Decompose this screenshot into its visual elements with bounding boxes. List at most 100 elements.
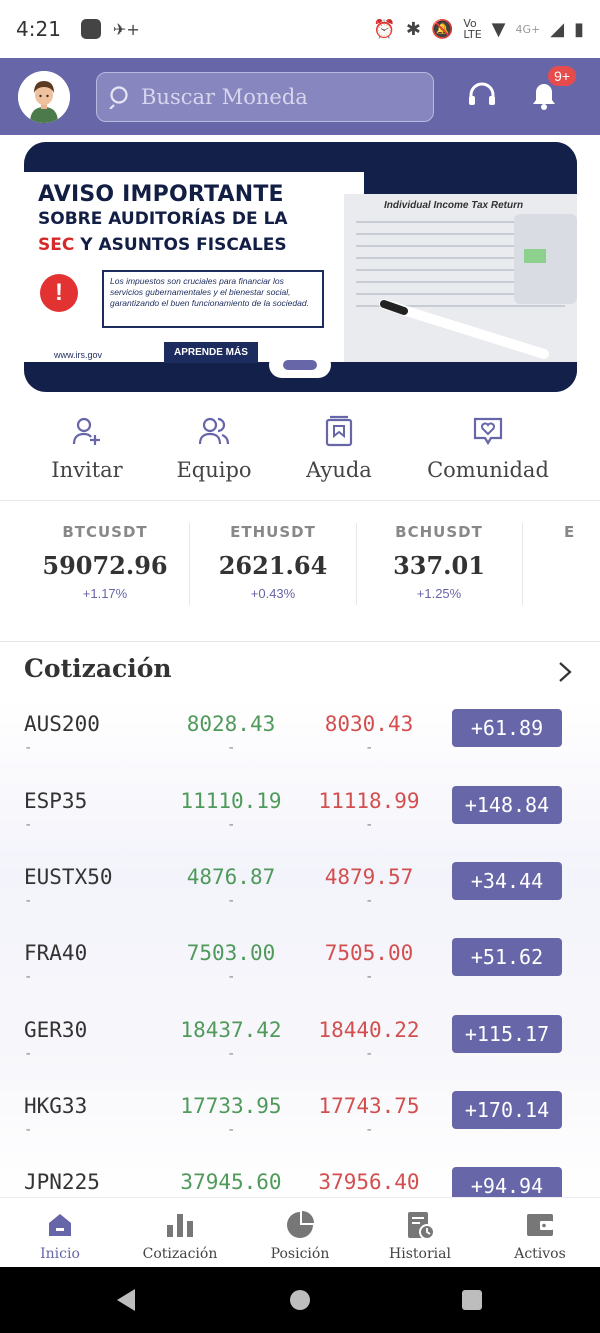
system-nav-bar (0, 1267, 600, 1333)
quote-symbol-sub: - (24, 893, 33, 909)
team-button[interactable]: Equipo (154, 410, 274, 482)
community-button[interactable]: Comunidad (418, 410, 558, 482)
ticker-change: +1.25% (416, 586, 462, 601)
app-notification-icon (80, 19, 101, 39)
support-button[interactable] (462, 76, 502, 116)
quote-bid: 11110.19 (180, 789, 282, 813)
quote-ask: 37956.40 (318, 1170, 420, 1194)
quote-change-badge[interactable]: +61.89 (452, 709, 562, 747)
alarm-icon: ⏰ (373, 18, 396, 40)
notifications-button[interactable]: 9+ (524, 66, 576, 116)
ticker-strip[interactable]: BTCUSDT 59072.96 +1.17% ETHUSDT 2621.64 … (0, 505, 600, 635)
quote-change-badge[interactable]: +115.17 (452, 1015, 562, 1053)
quote-change-badge[interactable]: +51.62 (452, 938, 562, 976)
quote-ask: 8030.43 (324, 712, 414, 736)
help-button[interactable]: Ayuda (279, 410, 399, 482)
search-placeholder: Buscar Moneda (141, 84, 308, 109)
quote-symbol: EUSTX50 (24, 865, 113, 889)
divider (0, 641, 600, 642)
quote-ask-sub: - (365, 969, 374, 985)
quote-row[interactable]: HKG33 - 17733.95 - 17743.75 - +170.14 (0, 1082, 600, 1158)
app-header: Buscar Moneda 9+ (0, 58, 600, 135)
nav-position[interactable]: Posición (240, 1208, 360, 1262)
headset-icon (469, 82, 495, 105)
ticker-ethusdt[interactable]: ETHUSDT 2621.64 +0.43% (190, 523, 356, 601)
banner-body-text: Los impuestos son cruciales para financi… (102, 270, 324, 328)
ticker-symbol: BTCUSDT (62, 523, 148, 541)
invite-label: Invitar (51, 458, 123, 482)
quote-bid-sub: - (227, 893, 236, 909)
banner-title-rest: Y ASUNTOS FISCALES (74, 235, 287, 255)
nav-home[interactable]: Inicio (0, 1208, 120, 1262)
bluetooth-icon: ✱ (405, 18, 421, 40)
quotes-title: Cotización (24, 654, 172, 683)
quote-symbol: GER30 (24, 1018, 88, 1042)
wifi-calling-icon: ✈+ (112, 19, 140, 39)
banner-title-line3: SEC Y ASUNTOS FISCALES (38, 235, 287, 255)
quote-bid: 4876.87 (186, 865, 276, 889)
quote-symbol-sub: - (24, 1122, 33, 1138)
status-time: 4:21 (16, 17, 61, 41)
quote-symbol: FRA40 (24, 941, 88, 965)
quote-bid: 18437.42 (180, 1018, 282, 1042)
quote-change-badge[interactable]: +170.14 (452, 1091, 562, 1129)
quote-change-badge[interactable]: +34.44 (452, 862, 562, 900)
quote-row[interactable]: GER30 - 18437.42 - 18440.22 - +115.17 (0, 1006, 600, 1082)
quote-bid: 37945.60 (180, 1170, 282, 1194)
quote-bid-sub: - (227, 1122, 236, 1138)
bottom-nav: Inicio Cotización Posición Historial Act… (0, 1197, 600, 1267)
ticker-symbol: ETHUSDT (230, 523, 316, 541)
quote-row[interactable]: JPN225 37945.60 37956.40 +94.94 (0, 1158, 600, 1197)
wifi-icon: ▼ (491, 18, 506, 40)
quote-change-badge[interactable]: +94.94 (452, 1167, 562, 1197)
quote-ask: 11118.99 (318, 789, 420, 813)
carousel-indicator[interactable] (269, 352, 331, 378)
back-icon[interactable] (113, 1287, 139, 1313)
promo-banner[interactable]: Individual Income Tax Return AVISO IMPOR… (24, 142, 577, 392)
chevron-right-icon (559, 662, 572, 682)
nav-home-label: Inicio (40, 1246, 80, 1262)
home-circle-icon[interactable] (287, 1287, 313, 1313)
ticker-partial[interactable]: E (523, 523, 600, 541)
learn-more-button[interactable]: APRENDE MÁS (164, 342, 258, 363)
nav-history[interactable]: Historial (360, 1208, 480, 1262)
community-label: Comunidad (427, 458, 549, 482)
quote-change-badge[interactable]: +148.84 (452, 786, 562, 824)
quote-row[interactable]: AUS200 - 8028.43 - 8030.43 - +61.89 (0, 700, 600, 776)
nav-assets[interactable]: Activos (480, 1208, 600, 1262)
quote-ask-sub: - (365, 1122, 374, 1138)
quote-ask-sub: - (365, 817, 374, 833)
quote-symbol: JPN225 (24, 1170, 100, 1194)
nav-quotes[interactable]: Cotización (120, 1208, 240, 1262)
banner-url: www.irs.gov (54, 350, 103, 360)
quote-row[interactable]: EUSTX50 - 4876.87 - 4879.57 - +34.44 (0, 853, 600, 929)
ticker-bchusdt[interactable]: BCHUSDT 337.01 +1.25% (356, 523, 522, 601)
quotes-more-button[interactable] (556, 660, 574, 689)
search-input[interactable]: Buscar Moneda (96, 71, 434, 122)
bar-chart-icon (167, 1214, 193, 1237)
quote-row[interactable]: FRA40 - 7503.00 - 7505.00 - +51.62 (0, 929, 600, 1005)
quote-ask: 18440.22 (318, 1018, 420, 1042)
history-icon (408, 1212, 435, 1240)
quote-bid-sub: - (227, 817, 236, 833)
quotes-list[interactable]: AUS200 - 8028.43 - 8030.43 - +61.89 ESP3… (0, 700, 600, 1197)
wallet-icon (527, 1214, 553, 1236)
status-bar: 4:21 ✈+ ⏰ ✱ 🔕 Vo LTE ▼ 4G+ ◢ ▮ (0, 0, 600, 58)
quote-symbol-sub: - (24, 740, 33, 756)
quote-ask: 4879.57 (324, 865, 414, 889)
divider (0, 500, 600, 501)
ticker-btcusdt[interactable]: BTCUSDT 59072.96 +1.17% (22, 523, 188, 601)
banner-title-line2: SOBRE AUDITORÍAS DE LA (38, 209, 288, 229)
avatar[interactable] (18, 70, 70, 123)
invite-button[interactable]: Invitar (27, 410, 147, 482)
quote-ask: 17743.75 (318, 1094, 420, 1118)
team-label: Equipo (176, 458, 252, 482)
recents-icon[interactable] (459, 1287, 485, 1313)
quote-row[interactable]: ESP35 - 11110.19 - 11118.99 - +148.84 (0, 777, 600, 853)
quote-ask: 7505.00 (324, 941, 414, 965)
quote-symbol-sub: - (24, 1046, 33, 1062)
signal-icon: ◢ (550, 18, 565, 40)
pie-chart-icon (287, 1211, 314, 1238)
home-icon (49, 1214, 71, 1236)
team-icon (198, 417, 230, 445)
